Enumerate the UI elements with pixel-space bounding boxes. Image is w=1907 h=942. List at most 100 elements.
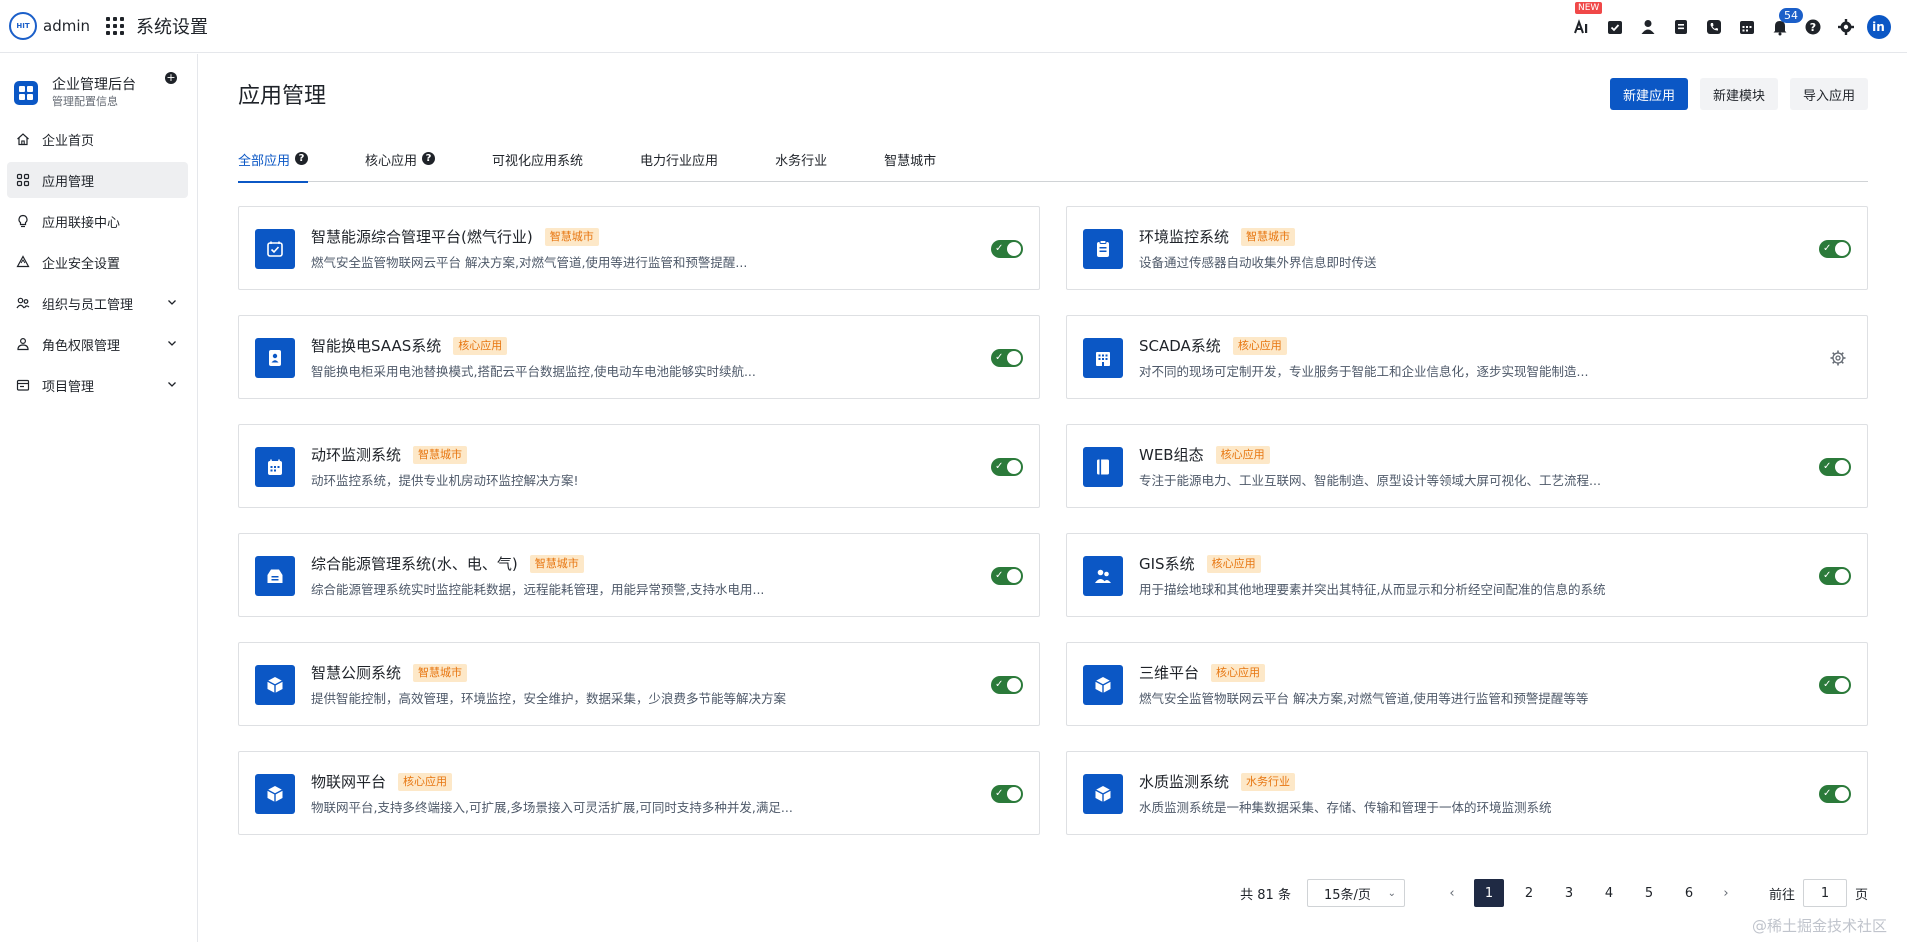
enable-toggle[interactable]: ✓ [1819, 240, 1851, 258]
app-title[interactable]: SCADA系统 [1139, 335, 1221, 356]
app-title[interactable]: 三维平台 [1139, 662, 1199, 683]
app-description: 用于描绘地球和其他地理要素并突出其特征,从而显示和分析经空间配准的信息的系统 [1139, 582, 1606, 597]
goto-page-input[interactable] [1802, 879, 1847, 907]
calendar-grid-icon [1739, 20, 1754, 34]
page-4[interactable]: 4 [1594, 879, 1624, 907]
page-2[interactable]: 2 [1514, 879, 1544, 907]
enable-toggle[interactable]: ✓ [991, 785, 1023, 803]
app-card[interactable]: GIS系统 核心应用 用于描绘地球和其他地理要素并突出其特征,从而显示和分析经空… [1066, 533, 1868, 617]
app-title[interactable]: WEB组态 [1139, 444, 1204, 465]
app-title[interactable]: 智能换电SAAS系统 [311, 335, 441, 356]
person-icon [1641, 19, 1654, 34]
schedule-button[interactable] [1730, 0, 1763, 53]
page-size-select[interactable]: 15条/页 ⌄ [1306, 879, 1405, 907]
sidebar-item-projects[interactable]: 项目管理 [7, 367, 188, 403]
enable-toggle[interactable]: ✓ [991, 567, 1023, 585]
app-title[interactable]: 智慧能源综合管理平台(燃气行业) [311, 226, 533, 247]
app-title[interactable]: 智慧公厕系统 [311, 662, 401, 683]
chevron-down-icon[interactable] [166, 296, 178, 308]
app-title[interactable]: GIS系统 [1139, 553, 1195, 574]
app-card[interactable]: 智慧公厕系统 智慧城市 提供智能控制，高效管理，环境监控，安全维护，数据采集，少… [238, 642, 1040, 726]
sidebar-item-security[interactable]: 企业安全设置 [7, 244, 188, 280]
app-card[interactable]: 环境监控系统 智慧城市 设备通过传感器自动收集外界信息即时传送 ✓ [1066, 206, 1868, 290]
check-icon: ✓ [995, 461, 1004, 472]
enable-toggle[interactable]: ✓ [991, 240, 1023, 258]
app-title[interactable]: 水质监测系统 [1139, 771, 1229, 792]
settings-gear-icon[interactable] [1829, 349, 1847, 367]
settings-button[interactable] [1829, 0, 1862, 53]
import-app-button[interactable]: 导入应用 [1789, 78, 1868, 110]
app-title[interactable]: 环境监控系统 [1139, 226, 1229, 247]
sidebar-item-roles[interactable]: 角色权限管理 [7, 326, 188, 362]
app-card[interactable]: WEB组态 核心应用 专注于能源电力、工业互联网、智能制造、原型设计等领域大屏可… [1066, 424, 1868, 508]
tab-water-industry[interactable]: 水务行业 [775, 150, 827, 182]
app-launcher-icon[interactable] [106, 17, 124, 35]
app-card[interactable]: 水质监测系统 水务行业 水质监测系统是一种集数据采集、存储、传输和管理于一体的环… [1066, 751, 1868, 835]
app-card[interactable]: 智能换电SAAS系统 核心应用 智能换电柜采用电池替换模式,搭配云平台数据监控,… [238, 315, 1040, 399]
help-icon[interactable]: ? [295, 152, 309, 165]
tab-smart-city[interactable]: 智慧城市 [884, 150, 936, 182]
app-title[interactable]: 综合能源管理系统(水、电、气) [311, 553, 518, 574]
new-app-button[interactable]: 新建应用 [1609, 78, 1688, 110]
documents-button[interactable] [1664, 0, 1697, 53]
org-add-icon[interactable]: + [165, 72, 177, 84]
help-icon[interactable]: ? [422, 152, 436, 165]
page-size-value: 15条/页 [1323, 887, 1371, 903]
enable-toggle[interactable]: ✓ [1819, 676, 1851, 694]
chevron-down-icon[interactable] [166, 378, 178, 390]
brand-logo[interactable]: HIT [9, 12, 37, 40]
prev-page-icon[interactable]: ‹ [1441, 886, 1463, 901]
tab-all-apps[interactable]: 全部应用 ? [238, 150, 309, 183]
app-title[interactable]: 物联网平台 [311, 771, 386, 792]
category-tag: 智慧城市 [413, 663, 468, 682]
app-card[interactable]: 动环监测系统 智慧城市 动环监控系统，提供专业机房动环监控解决方案! ✓ [238, 424, 1040, 508]
enable-toggle[interactable]: ✓ [1819, 458, 1851, 476]
header-actions: 新建应用 新建模块 导入应用 [1609, 78, 1868, 110]
app-card[interactable]: 物联网平台 核心应用 物联网平台,支持多终端接入,可扩展,多场景接入可灵活扩展,… [238, 751, 1040, 835]
category-tag: 核心应用 [453, 336, 508, 355]
app-card[interactable]: 综合能源管理系统(水、电、气) 智慧城市 综合能源管理系统实时监控能耗数据，远程… [238, 533, 1040, 617]
notifications-button[interactable]: 54 [1763, 0, 1803, 53]
new-module-button[interactable]: 新建模块 [1699, 78, 1778, 110]
contacts-button[interactable] [1631, 0, 1664, 53]
folder-icon [16, 379, 30, 391]
user-name[interactable]: admin [43, 17, 90, 35]
document-icon [1674, 19, 1687, 34]
page-5[interactable]: 5 [1634, 879, 1664, 907]
app-description: 燃气安全监管物联网云平台 解决方案,对燃气管道,使用等进行监管和预警提醒等等 [1139, 691, 1589, 706]
app-card[interactable]: SCADA系统 核心应用 对不同的现场可定制开发，专业服务于智能工和企业信息化，… [1066, 315, 1868, 399]
category-tabs: 全部应用 ? 核心应用 ? 可视化应用系统 电力行业应用 水务行业 智慧城市 [238, 150, 1868, 183]
cube-icon [255, 665, 295, 705]
next-page-icon[interactable]: › [1715, 886, 1737, 901]
sidebar-item-apps[interactable]: 应用管理 [7, 162, 188, 198]
enable-toggle[interactable]: ✓ [991, 676, 1023, 694]
enable-toggle[interactable]: ✓ [991, 458, 1023, 476]
app-title[interactable]: 动环监测系统 [311, 444, 401, 465]
ai-button[interactable]: NEW [1565, 0, 1603, 53]
app-card[interactable]: 智慧能源综合管理平台(燃气行业) 智慧城市 燃气安全监管物联网云平台 解决方案,… [238, 206, 1040, 290]
calendar-button[interactable] [1598, 0, 1631, 53]
sidebar-item-home[interactable]: 企业首页 [7, 121, 188, 157]
sidebar-item-connect-center[interactable]: 应用联接中心 [7, 203, 188, 239]
sidebar-item-org-staff[interactable]: 组织与员工管理 [7, 285, 188, 321]
avatar-button[interactable]: in [1862, 0, 1895, 53]
enable-toggle[interactable]: ✓ [1819, 567, 1851, 585]
help-button[interactable]: ? [1796, 0, 1829, 53]
page-title: 应用管理 [238, 84, 327, 109]
org-header[interactable]: 企业管理后台 管理配置信息 + [0, 54, 197, 109]
calendar-grid-icon [255, 447, 295, 487]
page-6[interactable]: 6 [1674, 879, 1704, 907]
enable-toggle[interactable]: ✓ [1819, 785, 1851, 803]
tab-visualization[interactable]: 可视化应用系统 [492, 150, 583, 182]
tab-power-industry[interactable]: 电力行业应用 [640, 150, 718, 182]
users-icon [16, 297, 30, 309]
enable-toggle[interactable]: ✓ [991, 349, 1023, 367]
phone-button[interactable] [1697, 0, 1730, 53]
page-1[interactable]: 1 [1473, 879, 1504, 907]
tab-core-apps[interactable]: 核心应用 ? [365, 150, 436, 182]
bulb-icon [18, 214, 28, 228]
page-3[interactable]: 3 [1554, 879, 1584, 907]
chevron-down-icon[interactable] [166, 337, 178, 349]
app-card[interactable]: 三维平台 核心应用 燃气安全监管物联网云平台 解决方案,对燃气管道,使用等进行监… [1066, 642, 1868, 726]
category-tag: 核心应用 [1206, 554, 1261, 573]
